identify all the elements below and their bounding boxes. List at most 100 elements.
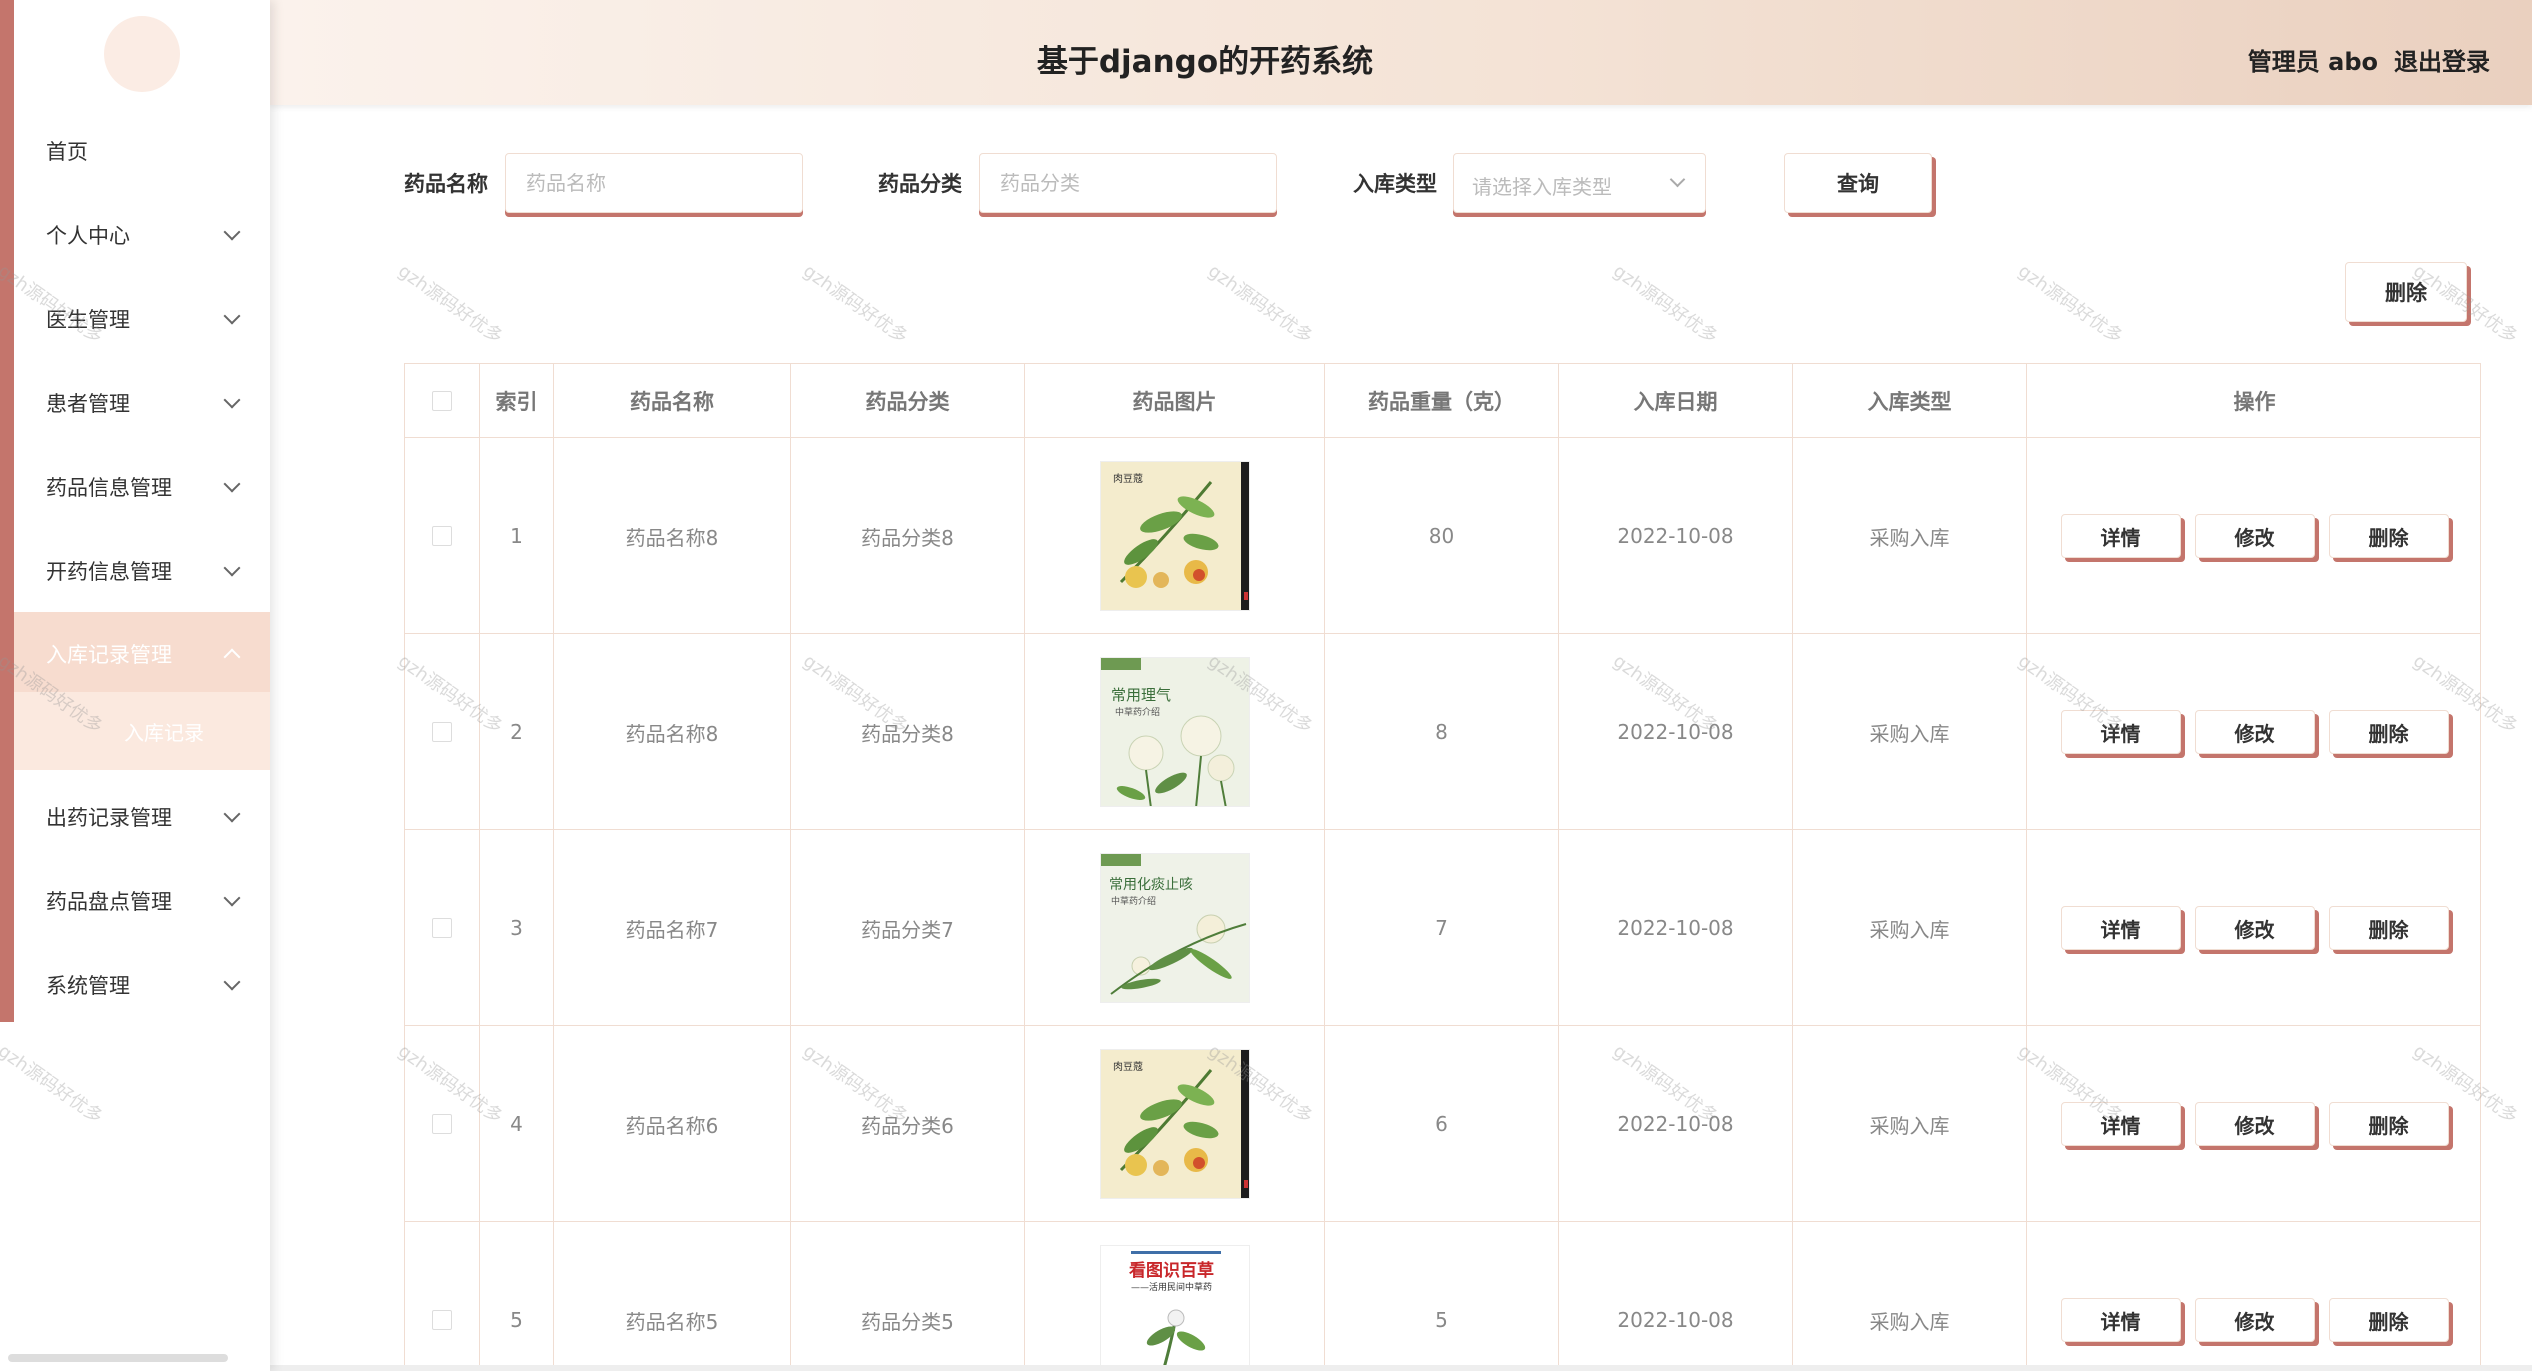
- drug-name-cell: 药品名称5: [554, 1222, 791, 1370]
- logout-link[interactable]: 退出登录: [2394, 42, 2490, 77]
- drug-name-input[interactable]: [505, 153, 803, 213]
- herb-book-cover-image[interactable]: 常用理气 中草药介绍: [1099, 657, 1250, 807]
- drug-category-cell: 药品分类7: [791, 830, 1025, 1026]
- actions-cell: 详情 修改 删除: [2027, 1222, 2480, 1370]
- herb-book-cover-image[interactable]: 常用化痰止咳 中草药介绍: [1099, 853, 1250, 1003]
- chevron-down-icon: [223, 307, 241, 325]
- stock-in-type-cell: 采购入库: [1793, 1222, 2027, 1370]
- avatar: [104, 16, 180, 92]
- herb-book-cover-image[interactable]: 看图识百草 ——活用民间中草药: [1099, 1245, 1250, 1370]
- sidebar-item-stock-in-records[interactable]: 入库记录管理: [14, 612, 270, 696]
- sidebar-scrollbar[interactable]: [8, 1354, 228, 1362]
- delete-button[interactable]: 删除: [2328, 1298, 2449, 1342]
- edit-button[interactable]: 修改: [2194, 1102, 2315, 1146]
- header-drug-category: 药品分类: [791, 364, 1025, 438]
- actions-cell: 详情 修改 删除: [2027, 634, 2480, 830]
- stock-in-date-cell: 2022-10-08: [1559, 1222, 1793, 1370]
- sidebar-item-label: 个人中心: [46, 224, 130, 248]
- select-all-checkbox[interactable]: [432, 391, 452, 411]
- actions-cell: 详情 修改 删除: [2027, 830, 2480, 1026]
- bulk-delete-button[interactable]: 删除: [2345, 262, 2467, 322]
- chevron-down-icon: [1669, 171, 1686, 188]
- row-checkbox[interactable]: [432, 526, 452, 546]
- drug-image-cell: 看图识百草 ——活用民间中草药: [1025, 1222, 1325, 1370]
- query-button[interactable]: 查询: [1784, 153, 1932, 213]
- cover-cough-herbs-art: 常用化痰止咳 中草药介绍: [1100, 854, 1249, 1002]
- sidebar-item-label: 药品信息管理: [46, 476, 172, 500]
- drug-category-label: 药品分类: [878, 172, 962, 196]
- sidebar-item-label: 患者管理: [46, 392, 130, 416]
- drug-category-cell: 药品分类5: [791, 1222, 1025, 1370]
- herb-book-cover-image[interactable]: 肉豆蔻: [1099, 461, 1250, 611]
- chevron-down-icon: [223, 223, 241, 241]
- stock-in-date-cell: 2022-10-08: [1559, 438, 1793, 634]
- stock-in-type-cell: 采购入库: [1793, 634, 2027, 830]
- chevron-down-icon: [223, 559, 241, 577]
- detail-button[interactable]: 详情: [2060, 710, 2181, 754]
- top-header: 基于django的开药系统 管理员 abo 退出登录: [270, 0, 2532, 105]
- sidebar-item-drug-info[interactable]: 药品信息管理: [14, 445, 270, 529]
- detail-button[interactable]: 详情: [2060, 1298, 2181, 1342]
- delete-button[interactable]: 删除: [2328, 710, 2449, 754]
- header-index: 索引: [480, 364, 554, 438]
- row-checkbox[interactable]: [432, 918, 452, 938]
- delete-button[interactable]: 删除: [2328, 1102, 2449, 1146]
- header-drug-image: 药品图片: [1025, 364, 1325, 438]
- page-scrollbar-track[interactable]: [270, 1365, 2532, 1371]
- drug-name-cell: 药品名称6: [554, 1026, 791, 1222]
- drug-image-cell: 常用化痰止咳 中草药介绍: [1025, 830, 1325, 1026]
- sidebar-item-system-management[interactable]: 系统管理: [14, 943, 270, 1027]
- detail-button[interactable]: 详情: [2060, 514, 2181, 558]
- user-info: 管理员 abo 退出登录: [2248, 42, 2490, 77]
- watermark: gzh源码好优多: [394, 260, 507, 348]
- row-checkbox[interactable]: [432, 1310, 452, 1330]
- sidebar-item-doctor-management[interactable]: 医生管理: [14, 277, 270, 361]
- sidebar-item-inventory-check[interactable]: 药品盘点管理: [14, 859, 270, 943]
- sidebar-item-label: 医生管理: [46, 308, 130, 332]
- detail-button[interactable]: 详情: [2060, 906, 2181, 950]
- sidebar-item-dispense-records[interactable]: 出药记录管理: [14, 775, 270, 859]
- delete-button[interactable]: 删除: [2328, 514, 2449, 558]
- row-checkbox[interactable]: [432, 1114, 452, 1134]
- stock-in-type-cell: 采购入库: [1793, 830, 2027, 1026]
- edit-button[interactable]: 修改: [2194, 906, 2315, 950]
- row-select-cell: [405, 1222, 480, 1370]
- cover-qi-herbs-art: 常用理气 中草药介绍: [1100, 658, 1249, 806]
- drug-weight-cell: 8: [1325, 634, 1559, 830]
- drug-image-cell: 常用理气 中草药介绍: [1025, 634, 1325, 830]
- cover-title: 常用化痰止咳: [1109, 877, 1193, 893]
- delete-button[interactable]: 删除: [2328, 906, 2449, 950]
- drug-name-cell: 药品名称8: [554, 634, 791, 830]
- sidebar-item-personal-center[interactable]: 个人中心: [14, 193, 270, 277]
- stock-in-table: 索引 药品名称 药品分类 药品图片 药品重量（克） 入库日期 入库类型 操作 1…: [404, 363, 2481, 1371]
- watermark: gzh源码好优多: [799, 260, 912, 348]
- detail-button[interactable]: 详情: [2060, 1102, 2181, 1146]
- drug-weight-cell: 5: [1325, 1222, 1559, 1370]
- cover-subtitle: ——活用民间中草药: [1131, 1281, 1212, 1293]
- drug-category-cell: 药品分类8: [791, 438, 1025, 634]
- edit-button[interactable]: 修改: [2194, 514, 2315, 558]
- sidebar-item-patient-management[interactable]: 患者管理: [14, 361, 270, 445]
- cover-title: 看图识百草: [1128, 1260, 1214, 1281]
- herb-book-cover-image[interactable]: 肉豆蔻: [1099, 1049, 1250, 1199]
- edit-button[interactable]: 修改: [2194, 1298, 2315, 1342]
- sidebar-accent-edge: [0, 0, 14, 1022]
- stock-in-type-cell: 采购入库: [1793, 1026, 2027, 1222]
- table-row: 5 药品名称5 药品分类5 看图识百草 ——活用民间中草药 5 2022-10-…: [405, 1222, 2480, 1370]
- sidebar-subitem-stock-in-record[interactable]: 入库记录: [14, 692, 270, 770]
- sidebar-item-home[interactable]: 首页: [14, 109, 270, 193]
- table-row: 3 药品名称7 药品分类7 常用化痰止咳 中草药介绍 7 2022-10-08 …: [405, 830, 2480, 1026]
- sidebar-item-prescription[interactable]: 开药信息管理: [14, 529, 270, 613]
- cover-nutmeg-art: 肉豆蔻: [1100, 462, 1249, 610]
- chevron-up-icon: [223, 648, 241, 666]
- row-checkbox[interactable]: [432, 722, 452, 742]
- stock-in-type-select[interactable]: 请选择入库类型: [1453, 153, 1706, 213]
- edit-button[interactable]: 修改: [2194, 710, 2315, 754]
- cover-subtitle: 中草药介绍: [1115, 706, 1160, 718]
- sidebar-item-label: 药品盘点管理: [46, 890, 172, 914]
- cover-subtitle: 中草药介绍: [1111, 895, 1156, 907]
- chevron-down-icon: [223, 889, 241, 907]
- drug-category-input[interactable]: [979, 153, 1277, 213]
- row-select-cell: [405, 830, 480, 1026]
- drug-image-cell: 肉豆蔻: [1025, 438, 1325, 634]
